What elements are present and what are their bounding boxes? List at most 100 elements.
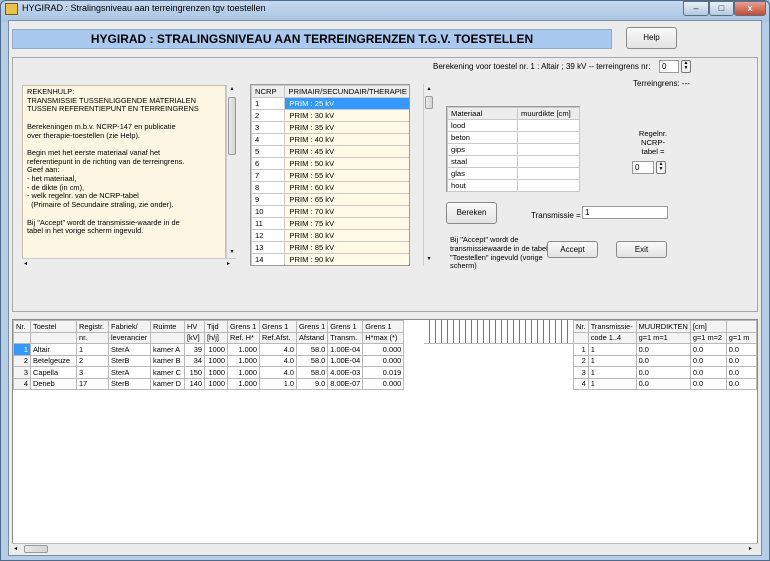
scroll-down-icon[interactable]: ▾ bbox=[425, 255, 433, 262]
table-row[interactable]: 2 Betelgeuze 2 SterB kamer B 34 1000 1.000 4.0 58… bbox=[13, 354, 405, 367]
scroll-right-icon[interactable]: ▸ bbox=[227, 260, 230, 267]
grid-cell[interactable]: 1000 bbox=[204, 366, 228, 379]
table-row[interactable]: 3 Capella 3 SterA kamer C 150 1000 1.000 4.0 58.0… bbox=[13, 366, 405, 379]
accept-button[interactable]: Accept bbox=[547, 241, 598, 258]
toestellen-grid[interactable]: Nr. Toestel Registr. Fabriek/Ruimte HV Tijd Gr… bbox=[12, 319, 758, 554]
scroll-down-icon[interactable]: ▾ bbox=[228, 248, 236, 257]
grid-cell[interactable]: 1.000 bbox=[227, 354, 260, 367]
material-name-cell[interactable]: hout bbox=[447, 179, 518, 192]
ncrp-type-cell[interactable]: PRIM : 85 kV bbox=[284, 241, 409, 254]
table-row[interactable]: 4 1 0.0 0.0 0.0 bbox=[573, 377, 757, 390]
ncrp-type-cell[interactable]: PRIM : 40 kV bbox=[284, 133, 409, 146]
grid-col-header[interactable]: MUURDIKTEN bbox=[635, 320, 691, 333]
ncrp-table[interactable]: NCRP PRIMAIR/SECUNDAIR/THERAPIE 1 PRIM : 2… bbox=[250, 84, 410, 266]
grid-col-header[interactable]: H*max (*) bbox=[362, 331, 405, 344]
table-row[interactable]: 1 Altair 1 SterA kamer A 39 1000 1.000 4.0 58.0 1.… bbox=[13, 343, 405, 356]
scroll-thumb[interactable] bbox=[24, 545, 48, 553]
ncrp-nr-cell[interactable]: 15 bbox=[252, 266, 285, 267]
grid-col-header[interactable]: g=1 m bbox=[725, 331, 757, 344]
grid-col-header[interactable]: Grens 1 bbox=[259, 320, 297, 333]
material-thickness-cell[interactable] bbox=[517, 155, 580, 168]
grid-col-header[interactable]: Ruimte bbox=[150, 320, 185, 333]
ncrp-row[interactable]: 2 PRIM : 30 kV bbox=[251, 109, 409, 122]
grid-cell[interactable]: 0.0 bbox=[689, 354, 727, 367]
grid-cell[interactable]: 17 bbox=[76, 377, 109, 390]
grid-cell[interactable]: 0.000 bbox=[362, 377, 405, 390]
grid-cell[interactable]: 150 bbox=[184, 366, 205, 379]
material-row[interactable]: lood bbox=[447, 119, 580, 132]
close-button[interactable]: x bbox=[734, 1, 766, 16]
material-thickness-cell[interactable] bbox=[517, 167, 580, 180]
ncrp-nr-cell[interactable]: 6 bbox=[251, 157, 286, 170]
toestellen-table-right[interactable]: Nr. Transmissie- MUURDIKTEN [cm] code 1..4 g=… bbox=[573, 320, 757, 390]
grid-col-header[interactable]: Tijd bbox=[204, 320, 228, 333]
material-thickness-cell[interactable] bbox=[517, 131, 580, 144]
ncrp-row[interactable]: 9 PRIM : 65 kV bbox=[251, 193, 409, 206]
grid-cell[interactable]: kamer A bbox=[150, 343, 185, 356]
grid-col-header[interactable]: Registr. bbox=[76, 320, 109, 333]
scroll-thumb[interactable] bbox=[425, 96, 433, 109]
ncrp-type-cell[interactable]: PRIM : 70 kV bbox=[284, 205, 409, 218]
grid-col-header[interactable]: Nr. bbox=[13, 320, 31, 333]
ncrp-nr-cell[interactable]: 4 bbox=[251, 133, 286, 146]
scroll-left-icon[interactable]: ◂ bbox=[14, 545, 17, 552]
grid-cell[interactable]: kamer D bbox=[150, 377, 185, 390]
grid-cell[interactable]: 0.0 bbox=[635, 366, 691, 379]
maximize-button[interactable]: □ bbox=[709, 1, 734, 16]
ncrp-type-cell[interactable]: PRIM : 45 kV bbox=[284, 145, 409, 158]
ncrp-nr-cell[interactable]: 12 bbox=[251, 229, 286, 242]
ncrp-row[interactable]: 8 PRIM : 60 kV bbox=[251, 181, 409, 194]
scroll-up-icon[interactable]: ▴ bbox=[228, 85, 236, 94]
info-vertical-scrollbar[interactable]: ▴ ▾ bbox=[226, 85, 236, 258]
transmissie-field[interactable]: 1 bbox=[582, 206, 668, 219]
grid-cell[interactable]: 0.019 bbox=[362, 366, 405, 379]
ncrp-row[interactable]: 5 PRIM : 45 kV bbox=[251, 145, 409, 158]
ncrp-col-header[interactable]: NCRP bbox=[251, 85, 286, 98]
ncrp-type-cell[interactable]: PRIM : 75 kV bbox=[284, 217, 409, 230]
grid-cell[interactable]: 4.0 bbox=[259, 366, 297, 379]
grid-cell[interactable]: 1 bbox=[587, 354, 637, 367]
ncrp-nr-cell[interactable]: 14 bbox=[251, 253, 286, 265]
grid-horizontal-scrollbar[interactable]: ◂ ▸ bbox=[12, 543, 758, 554]
regelnr-spinner[interactable]: ▲ ▼ bbox=[656, 161, 666, 174]
grid-cell[interactable]: 1.000 bbox=[227, 343, 260, 356]
scroll-thumb[interactable] bbox=[228, 97, 236, 155]
grid-cell[interactable]: 4.00E-03 bbox=[327, 366, 364, 379]
grid-cell[interactable]: 58.0 bbox=[295, 354, 329, 367]
grid-col-header[interactable]: HV bbox=[184, 320, 205, 333]
scroll-right-icon[interactable]: ▸ bbox=[749, 545, 752, 552]
grid-col-header[interactable]: Ref.Afst. bbox=[259, 331, 297, 344]
material-row[interactable]: gips bbox=[447, 143, 580, 156]
ncrp-row[interactable]: 6 PRIM : 50 kV bbox=[251, 157, 409, 170]
ncrp-row[interactable]: 13 PRIM : 85 kV bbox=[251, 241, 409, 254]
grid-col-header[interactable] bbox=[13, 331, 31, 344]
table-row[interactable]: 2 1 0.0 0.0 0.0 bbox=[573, 354, 757, 367]
grid-col-header[interactable] bbox=[30, 331, 77, 344]
grid-cell[interactable]: kamer B bbox=[150, 354, 185, 367]
table-row[interactable]: 1 1 0.0 0.0 0.0 bbox=[573, 343, 757, 356]
grid-cell[interactable]: 2 bbox=[13, 354, 31, 367]
ncrp-type-cell[interactable]: PRIM : 30 kV bbox=[284, 109, 409, 122]
ncrp-type-cell[interactable]: PRIM : 35 kV bbox=[284, 121, 409, 134]
rekenhulp-info-text[interactable]: REKENHULP: TRANSMISSIE TUSSENLIGGENDE MA… bbox=[22, 85, 226, 269]
ncrp-type-cell[interactable]: PRIM : 90 kV bbox=[284, 253, 409, 265]
grid-cell[interactable]: 1.000 bbox=[227, 366, 260, 379]
grid-cell[interactable]: 0.0 bbox=[725, 354, 757, 367]
grid-cell[interactable]: 3 bbox=[76, 366, 109, 379]
ncrp-row[interactable]: 10 PRIM : 70 kV bbox=[251, 205, 409, 218]
ncrp-type-cell[interactable]: PRIM : 55 kV bbox=[284, 169, 409, 182]
material-name-cell[interactable]: beton bbox=[447, 131, 518, 144]
grid-cell[interactable]: 0.000 bbox=[362, 343, 405, 356]
scroll-left-icon[interactable]: ◂ bbox=[24, 260, 27, 267]
help-button[interactable]: Help bbox=[626, 27, 677, 49]
ncrp-type-cell[interactable]: PRIM : 80 kV bbox=[284, 229, 409, 242]
grid-col-header[interactable]: Transm. bbox=[327, 331, 364, 344]
grid-cell[interactable]: 1 bbox=[13, 343, 31, 356]
grid-cell[interactable]: 4.0 bbox=[259, 354, 297, 367]
ncrp-col-header[interactable]: PRIMAIR/SECUNDAIR/THERAPIE bbox=[284, 85, 409, 98]
grid-cell[interactable]: 0.0 bbox=[725, 366, 757, 379]
grid-col-header[interactable]: Grens 1 bbox=[362, 320, 405, 333]
grid-col-header[interactable]: nr. bbox=[76, 331, 109, 344]
grid-cell[interactable]: 1 bbox=[587, 366, 637, 379]
grid-cell[interactable]: 1.00E-04 bbox=[327, 343, 364, 356]
